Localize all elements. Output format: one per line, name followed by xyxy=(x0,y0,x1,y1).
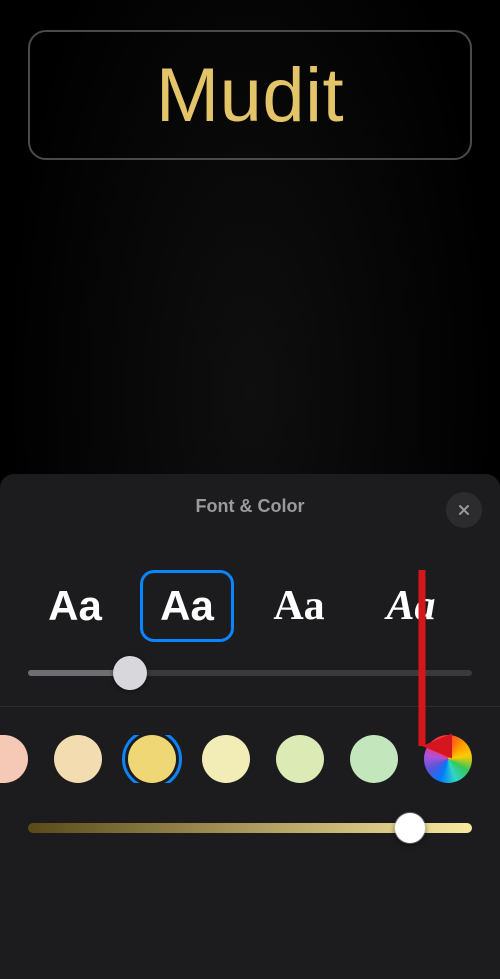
color-swatch-row[interactable] xyxy=(0,735,500,783)
font-sample-label: Aa xyxy=(273,585,324,627)
color-wheel-picker[interactable] xyxy=(424,735,472,783)
sheet-header: Font & Color xyxy=(0,496,500,528)
font-sample-label: Aa xyxy=(160,585,214,627)
font-option-font-serif-italic[interactable]: Aa xyxy=(364,570,458,642)
color-swatch-3[interactable] xyxy=(202,735,250,783)
name-text: Mudit xyxy=(156,52,344,139)
font-option-font-serif[interactable]: Aa xyxy=(252,570,346,642)
color-swatch-2[interactable] xyxy=(128,735,176,783)
color-swatch-1[interactable] xyxy=(54,735,102,783)
font-option-font-bold[interactable]: Aa xyxy=(140,570,234,642)
font-options-row[interactable]: Aa Aa Aa Aa xyxy=(0,528,500,642)
sheet-title: Font & Color xyxy=(196,496,305,516)
brightness-slider-thumb[interactable] xyxy=(395,813,425,843)
color-swatch-4[interactable] xyxy=(276,735,324,783)
name-input-field[interactable]: Mudit xyxy=(28,30,472,160)
font-color-sheet: Font & Color Aa Aa Aa Aa xyxy=(0,474,500,979)
size-slider-thumb[interactable] xyxy=(113,656,147,690)
size-slider[interactable] xyxy=(0,642,500,706)
font-sample-label: Aa xyxy=(386,585,435,627)
color-swatch-0[interactable] xyxy=(0,735,28,783)
font-option-font-heavy[interactable]: Aa xyxy=(28,570,122,642)
section-divider xyxy=(0,706,500,707)
color-swatch-5[interactable] xyxy=(350,735,398,783)
brightness-slider[interactable] xyxy=(0,783,500,833)
close-button[interactable] xyxy=(446,492,482,528)
close-icon xyxy=(456,502,472,518)
font-sample-label: Aa xyxy=(48,585,102,627)
